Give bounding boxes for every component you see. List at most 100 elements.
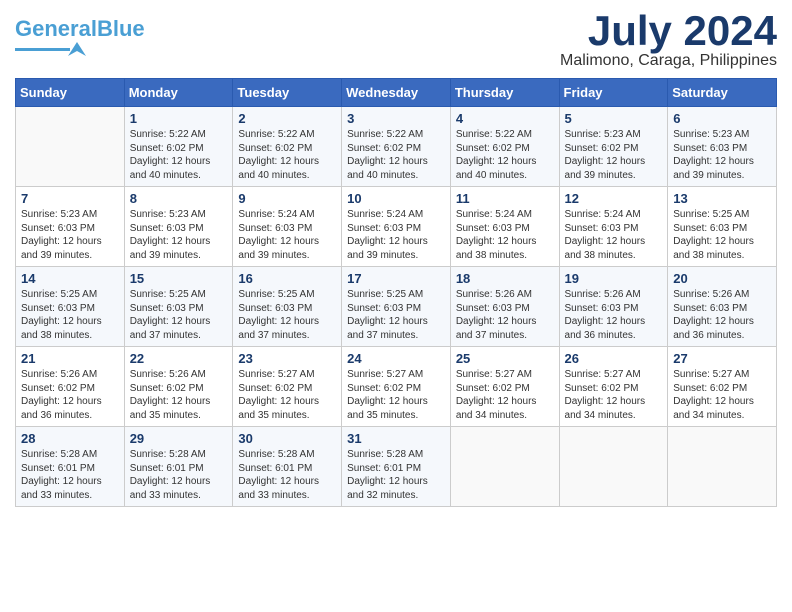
day-info: Sunrise: 5:24 AM Sunset: 6:03 PM Dayligh…: [238, 208, 336, 262]
day-info: Sunrise: 5:28 AM Sunset: 6:01 PM Dayligh…: [130, 448, 228, 502]
calendar-cell: [668, 427, 777, 507]
title-area: July 2024 Malimono, Caraga, Philippines: [560, 10, 777, 70]
day-number: 24: [347, 351, 445, 366]
calendar-cell: 22 Sunrise: 5:26 AM Sunset: 6:02 PM Dayli…: [124, 347, 233, 427]
day-info: Sunrise: 5:22 AM Sunset: 6:02 PM Dayligh…: [238, 128, 336, 182]
calendar-cell: 10 Sunrise: 5:24 AM Sunset: 6:03 PM Dayli…: [342, 187, 451, 267]
calendar-cell: 20Sunrise: 5:26 AM Sunset: 6:03 PM Dayli…: [668, 267, 777, 347]
calendar-cell: 17 Sunrise: 5:25 AM Sunset: 6:03 PM Dayli…: [342, 267, 451, 347]
day-number: 11: [456, 191, 554, 206]
day-info: Sunrise: 5:22 AM Sunset: 6:02 PM Dayligh…: [130, 128, 228, 182]
day-number: 1: [130, 111, 228, 126]
calendar-cell: 3 Sunrise: 5:22 AM Sunset: 6:02 PM Daylig…: [342, 107, 451, 187]
calendar-cell: 14 Sunrise: 5:25 AM Sunset: 6:03 PM Dayli…: [16, 267, 125, 347]
logo-underline: [15, 48, 70, 51]
day-info: Sunrise: 5:22 AM Sunset: 6:02 PM Dayligh…: [347, 128, 445, 182]
calendar-cell: [16, 107, 125, 187]
calendar-cell: 2 Sunrise: 5:22 AM Sunset: 6:02 PM Daylig…: [233, 107, 342, 187]
day-info: Sunrise: 5:28 AM Sunset: 6:01 PM Dayligh…: [238, 448, 336, 502]
day-info: Sunrise: 5:22 AM Sunset: 6:02 PM Dayligh…: [456, 128, 554, 182]
month-title: July 2024: [560, 10, 777, 52]
calendar-cell: [559, 427, 668, 507]
day-number: 31: [347, 431, 445, 446]
day-info: Sunrise: 5:25 AM Sunset: 6:03 PM Dayligh…: [130, 288, 228, 342]
calendar-week-row: 7 Sunrise: 5:23 AM Sunset: 6:03 PM Daylig…: [16, 187, 777, 267]
day-number: 16: [238, 271, 336, 286]
day-number: 21: [21, 351, 119, 366]
day-number: 20: [673, 271, 771, 286]
calendar-cell: 23 Sunrise: 5:27 AM Sunset: 6:02 PM Dayli…: [233, 347, 342, 427]
day-number: 28: [21, 431, 119, 446]
day-info: Sunrise: 5:27 AM Sunset: 6:02 PM Dayligh…: [238, 368, 336, 422]
weekday-header-saturday: Saturday: [668, 79, 777, 107]
day-info: Sunrise: 5:25 AM Sunset: 6:03 PM Dayligh…: [21, 288, 119, 342]
header: GeneralBlue July 2024 Malimono, Caraga, …: [15, 10, 777, 70]
day-number: 3: [347, 111, 445, 126]
weekday-header-thursday: Thursday: [450, 79, 559, 107]
calendar-week-row: 14 Sunrise: 5:25 AM Sunset: 6:03 PM Dayli…: [16, 267, 777, 347]
logo-blue: Blue: [97, 16, 145, 41]
calendar-cell: 26Sunrise: 5:27 AM Sunset: 6:02 PM Dayli…: [559, 347, 668, 427]
calendar-cell: 28Sunrise: 5:28 AM Sunset: 6:01 PM Dayli…: [16, 427, 125, 507]
day-info: Sunrise: 5:27 AM Sunset: 6:02 PM Dayligh…: [456, 368, 554, 422]
calendar-cell: 21Sunrise: 5:26 AM Sunset: 6:02 PM Dayli…: [16, 347, 125, 427]
calendar-cell: 24 Sunrise: 5:27 AM Sunset: 6:02 PM Dayli…: [342, 347, 451, 427]
weekday-header-monday: Monday: [124, 79, 233, 107]
day-number: 8: [130, 191, 228, 206]
day-number: 12: [565, 191, 663, 206]
weekday-header-friday: Friday: [559, 79, 668, 107]
day-number: 5: [565, 111, 663, 126]
day-info: Sunrise: 5:27 AM Sunset: 6:02 PM Dayligh…: [565, 368, 663, 422]
calendar-cell: 8Sunrise: 5:23 AM Sunset: 6:03 PM Daylig…: [124, 187, 233, 267]
day-number: 4: [456, 111, 554, 126]
calendar-cell: 27 Sunrise: 5:27 AM Sunset: 6:02 PM Dayli…: [668, 347, 777, 427]
calendar-cell: 12Sunrise: 5:24 AM Sunset: 6:03 PM Dayli…: [559, 187, 668, 267]
weekday-header-sunday: Sunday: [16, 79, 125, 107]
calendar-cell: 13 Sunrise: 5:25 AM Sunset: 6:03 PM Dayli…: [668, 187, 777, 267]
calendar-cell: 19Sunrise: 5:26 AM Sunset: 6:03 PM Dayli…: [559, 267, 668, 347]
calendar-cell: 1 Sunrise: 5:22 AM Sunset: 6:02 PM Daylig…: [124, 107, 233, 187]
calendar-cell: 25 Sunrise: 5:27 AM Sunset: 6:02 PM Dayli…: [450, 347, 559, 427]
day-info: Sunrise: 5:25 AM Sunset: 6:03 PM Dayligh…: [347, 288, 445, 342]
calendar-cell: 9 Sunrise: 5:24 AM Sunset: 6:03 PM Daylig…: [233, 187, 342, 267]
day-number: 10: [347, 191, 445, 206]
calendar-week-row: 1 Sunrise: 5:22 AM Sunset: 6:02 PM Daylig…: [16, 107, 777, 187]
day-number: 18: [456, 271, 554, 286]
day-number: 7: [21, 191, 119, 206]
day-number: 22: [130, 351, 228, 366]
day-info: Sunrise: 5:23 AM Sunset: 6:02 PM Dayligh…: [565, 128, 663, 182]
day-number: 17: [347, 271, 445, 286]
day-number: 25: [456, 351, 554, 366]
day-info: Sunrise: 5:24 AM Sunset: 6:03 PM Dayligh…: [347, 208, 445, 262]
day-info: Sunrise: 5:24 AM Sunset: 6:03 PM Dayligh…: [456, 208, 554, 262]
logo: GeneralBlue: [15, 10, 145, 56]
calendar-cell: 30Sunrise: 5:28 AM Sunset: 6:01 PM Dayli…: [233, 427, 342, 507]
calendar-cell: 16Sunrise: 5:25 AM Sunset: 6:03 PM Dayli…: [233, 267, 342, 347]
day-number: 29: [130, 431, 228, 446]
calendar-cell: 11 Sunrise: 5:24 AM Sunset: 6:03 PM Dayli…: [450, 187, 559, 267]
day-number: 6: [673, 111, 771, 126]
logo-text: GeneralBlue: [15, 18, 145, 40]
day-info: Sunrise: 5:27 AM Sunset: 6:02 PM Dayligh…: [347, 368, 445, 422]
day-info: Sunrise: 5:28 AM Sunset: 6:01 PM Dayligh…: [347, 448, 445, 502]
calendar-cell: 5 Sunrise: 5:23 AM Sunset: 6:02 PM Daylig…: [559, 107, 668, 187]
weekday-header-wednesday: Wednesday: [342, 79, 451, 107]
day-info: Sunrise: 5:26 AM Sunset: 6:02 PM Dayligh…: [130, 368, 228, 422]
day-info: Sunrise: 5:23 AM Sunset: 6:03 PM Dayligh…: [673, 128, 771, 182]
location-title: Malimono, Caraga, Philippines: [560, 52, 777, 70]
day-number: 2: [238, 111, 336, 126]
calendar-cell: 29 Sunrise: 5:28 AM Sunset: 6:01 PM Dayli…: [124, 427, 233, 507]
day-number: 9: [238, 191, 336, 206]
day-number: 27: [673, 351, 771, 366]
calendar-cell: [450, 427, 559, 507]
day-info: Sunrise: 5:27 AM Sunset: 6:02 PM Dayligh…: [673, 368, 771, 422]
day-info: Sunrise: 5:23 AM Sunset: 6:03 PM Dayligh…: [21, 208, 119, 262]
calendar-cell: 6 Sunrise: 5:23 AM Sunset: 6:03 PM Daylig…: [668, 107, 777, 187]
day-info: Sunrise: 5:25 AM Sunset: 6:03 PM Dayligh…: [673, 208, 771, 262]
day-number: 23: [238, 351, 336, 366]
calendar-cell: 4 Sunrise: 5:22 AM Sunset: 6:02 PM Daylig…: [450, 107, 559, 187]
day-number: 13: [673, 191, 771, 206]
day-number: 14: [21, 271, 119, 286]
day-info: Sunrise: 5:26 AM Sunset: 6:03 PM Dayligh…: [456, 288, 554, 342]
calendar-cell: 15Sunrise: 5:25 AM Sunset: 6:03 PM Dayli…: [124, 267, 233, 347]
